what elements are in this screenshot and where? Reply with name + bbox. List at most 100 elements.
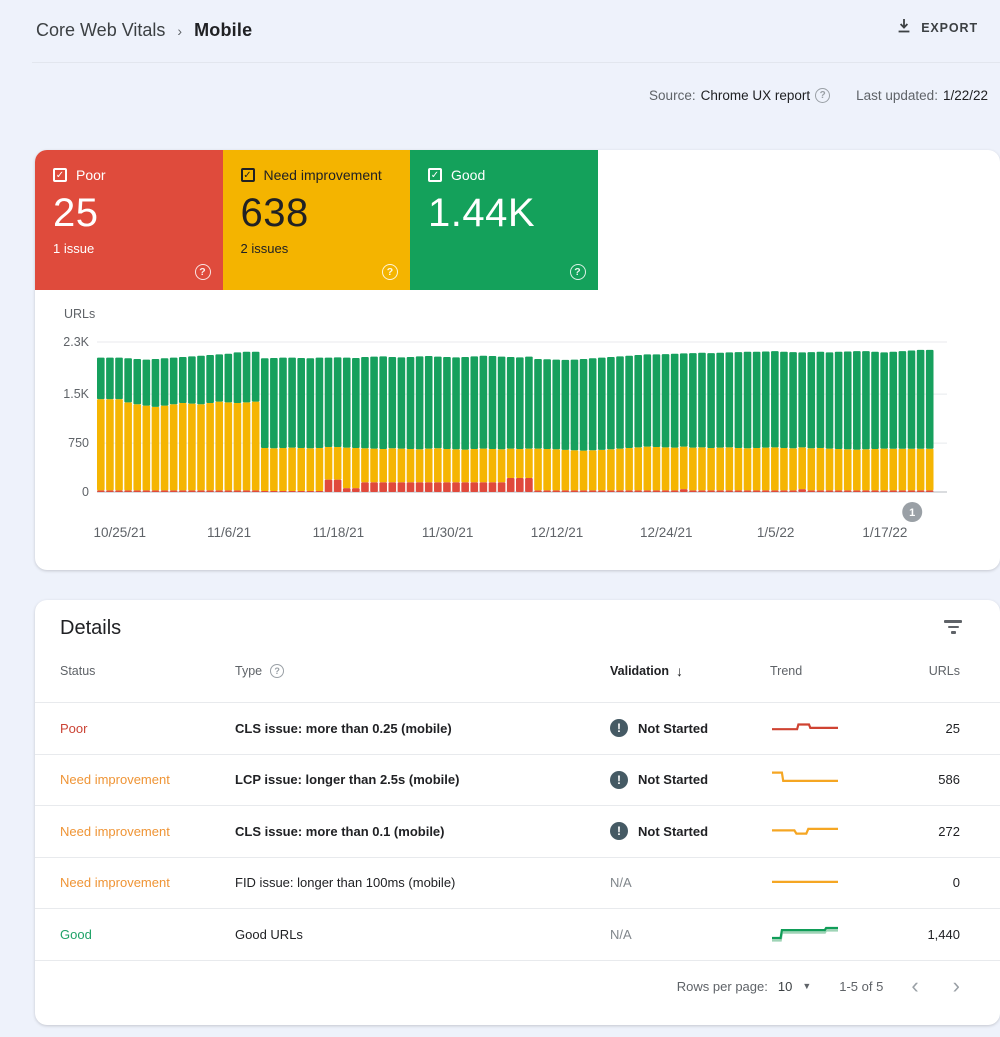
trend-sparkline <box>770 716 840 738</box>
table-row[interactable]: Need improvementCLS issue: more than 0.1… <box>35 805 1000 857</box>
table-row[interactable]: PoorCLS issue: more than 0.25 (mobile)! N… <box>35 702 1000 754</box>
need-improvement-card-issues: 2 issues <box>241 241 393 256</box>
column-header-status: Status <box>60 664 235 678</box>
trend-sparkline <box>770 870 840 892</box>
rows-per-page-label: Rows per page: <box>677 979 768 994</box>
need-improvement-card-label: Need improvement <box>264 167 382 183</box>
good-checkbox-icon[interactable]: ✓ <box>428 168 442 182</box>
svg-text:2.3K: 2.3K <box>63 335 89 349</box>
good-card-value: 1.44K <box>428 191 580 236</box>
table-row[interactable]: Need improvementLCP issue: longer than 2… <box>35 754 1000 806</box>
poor-card-value: 25 <box>53 191 205 236</box>
good-help-icon[interactable]: ? <box>570 264 586 280</box>
trend-sparkline <box>770 819 840 841</box>
validation-cell: !Not Started <box>610 822 770 840</box>
column-header-validation[interactable]: Validation ↓ <box>610 663 770 679</box>
rows-per-page-value: 10 <box>778 979 792 994</box>
svg-text:12/24/21: 12/24/21 <box>640 525 693 540</box>
status-cell: Need improvement <box>60 875 235 890</box>
last-updated-group: Last updated: 1/22/22 <box>856 88 988 103</box>
svg-text:1.5K: 1.5K <box>63 387 89 401</box>
report-meta: Source: Chrome UX report ? Last updated:… <box>649 88 988 103</box>
column-header-type: Type <box>235 664 262 678</box>
validation-cell: ! Not Started <box>610 771 770 789</box>
table-row[interactable]: GoodGood URLsN/A1,440 <box>35 908 1000 960</box>
type-cell: Good URLs <box>235 927 610 942</box>
details-panel: Details Status Type ? Validation ↓ Trend… <box>35 600 1000 1025</box>
pagination-range: 1-5 of 5 <box>839 979 883 994</box>
export-label: EXPORT <box>921 21 978 35</box>
dropdown-arrow-icon: ▼ <box>802 981 811 991</box>
poor-card[interactable]: ✓ Poor 25 1 issue ? <box>35 150 223 290</box>
type-cell: FID issue: longer than 100ms (mobile) <box>235 875 610 890</box>
details-title: Details <box>35 600 1000 640</box>
need-improvement-checkbox-icon[interactable]: ✓ <box>241 168 255 182</box>
source-value: Chrome UX report <box>701 88 811 103</box>
need-improvement-card-value: 638 <box>241 191 393 236</box>
validation-status-text: Not Started <box>638 824 708 839</box>
type-cell: LCP issue: longer than 2.5s (mobile) <box>235 772 610 787</box>
urls-cell: 0 <box>900 875 960 890</box>
urls-cell: 1,440 <box>900 927 960 942</box>
svg-text:1: 1 <box>909 507 915 519</box>
previous-page-button[interactable]: ‹ <box>911 975 918 997</box>
svg-text:10/25/21: 10/25/21 <box>93 525 146 540</box>
next-page-button[interactable]: › <box>953 975 960 997</box>
poor-help-icon[interactable]: ? <box>195 264 211 280</box>
breadcrumb-core-web-vitals[interactable]: Core Web Vitals <box>36 20 165 41</box>
not-started-icon: ! <box>610 719 628 737</box>
not-started-icon: ! <box>610 771 628 789</box>
table-body: PoorCLS issue: more than 0.25 (mobile)!N… <box>35 702 1000 960</box>
stacked-bar-chart[interactable]: 2.3K1.5K750010/25/2111/6/2111/18/2111/30… <box>55 330 985 560</box>
breadcrumb-mobile: Mobile <box>194 20 252 41</box>
trend-cell <box>770 819 900 844</box>
validation-cell: N/A <box>610 875 770 890</box>
type-help-icon[interactable]: ? <box>270 664 284 678</box>
svg-text:12/12/21: 12/12/21 <box>531 525 584 540</box>
status-cell: Poor <box>60 721 235 736</box>
header-divider <box>32 62 1000 63</box>
svg-text:0: 0 <box>82 485 89 499</box>
source-label: Source: <box>649 88 696 103</box>
need-improvement-card[interactable]: ✓ Need improvement 638 2 issues ? <box>223 150 411 290</box>
type-cell: CLS issue: more than 0.25 (mobile) <box>235 721 610 736</box>
source-group: Source: Chrome UX report ? <box>649 88 830 103</box>
trend-cell <box>770 716 900 741</box>
last-updated-label: Last updated: <box>856 88 938 103</box>
table-row[interactable]: Need improvementFID issue: longer than 1… <box>35 857 1000 909</box>
filter-icon[interactable] <box>942 617 964 637</box>
column-header-urls: URLs <box>900 664 960 678</box>
svg-text:1/5/22: 1/5/22 <box>757 525 795 540</box>
download-icon <box>896 18 912 37</box>
svg-text:11/30/21: 11/30/21 <box>422 525 474 540</box>
status-cell: Need improvement <box>60 772 235 787</box>
chart-marker-1[interactable]: 1 <box>902 502 922 522</box>
export-button[interactable]: EXPORT <box>896 18 978 37</box>
last-updated-value: 1/22/22 <box>943 88 988 103</box>
column-header-trend: Trend <box>770 664 900 678</box>
validation-status-text: Not Started <box>638 772 708 787</box>
validation-cell: N/A <box>610 927 770 942</box>
svg-text:11/18/21: 11/18/21 <box>313 525 365 540</box>
validation-cell: ! Not Started <box>610 719 770 737</box>
urls-cell: 586 <box>900 772 960 787</box>
status-cell: Need improvement <box>60 824 235 839</box>
validation-status-text: N/A <box>610 927 632 942</box>
trend-sparkline <box>770 767 840 789</box>
urls-cell: 272 <box>900 824 960 839</box>
good-card[interactable]: ✓ Good 1.44K ? <box>410 150 598 290</box>
svg-text:11/6/21: 11/6/21 <box>207 525 251 540</box>
summary-panel: ✓ Poor 25 1 issue ? ✓ Need improvement 6… <box>35 150 1000 570</box>
status-cards: ✓ Poor 25 1 issue ? ✓ Need improvement 6… <box>35 150 598 290</box>
table-footer: Rows per page: 10 ▼ 1-5 of 5 ‹ › <box>35 960 1000 1012</box>
validation-status-text: Not Started <box>638 721 708 736</box>
type-cell: CLS issue: more than 0.1 (mobile) <box>235 824 610 839</box>
breadcrumb-chevron-icon: › <box>177 23 182 39</box>
poor-checkbox-icon[interactable]: ✓ <box>53 168 67 182</box>
source-help-icon[interactable]: ? <box>815 88 830 103</box>
rows-per-page-dropdown[interactable]: Rows per page: 10 ▼ <box>677 979 811 994</box>
good-card-label: Good <box>451 167 485 183</box>
need-improvement-help-icon[interactable]: ? <box>382 264 398 280</box>
breadcrumb: Core Web Vitals › Mobile <box>36 20 252 41</box>
trend-cell <box>770 767 900 792</box>
